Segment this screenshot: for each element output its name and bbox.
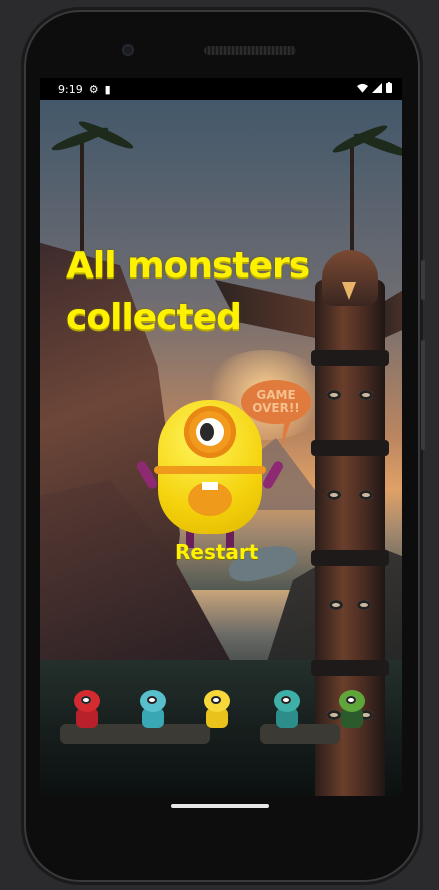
totem-band xyxy=(311,660,389,676)
totem-eye xyxy=(327,490,341,500)
game-over-title: All monsters collected xyxy=(66,245,310,338)
volume-button xyxy=(421,260,425,300)
status-bar: 9:19 ⚙ ▮ xyxy=(40,78,402,100)
totem-band xyxy=(311,440,389,456)
battery-icon xyxy=(386,82,392,93)
totem-eye xyxy=(357,600,371,610)
monster-eye xyxy=(81,696,91,704)
monster-eye xyxy=(147,696,157,704)
wifi-icon xyxy=(357,83,368,93)
monster-eye xyxy=(211,696,221,704)
signal-icon xyxy=(372,82,382,93)
screen: 9:19 ⚙ ▮ All monsters collected GAME OVE… xyxy=(40,78,402,796)
totem-eye xyxy=(359,390,373,400)
palm-tree xyxy=(350,140,354,260)
game-scene[interactable]: All monsters collected GAME OVER!! Resta… xyxy=(40,100,402,796)
power-button xyxy=(421,340,425,450)
red-horned-monster xyxy=(70,690,104,730)
totem-band xyxy=(311,550,389,566)
one-eyed-yellow-monster xyxy=(135,400,285,548)
restart-button[interactable]: Restart xyxy=(175,540,258,564)
totem-eye xyxy=(329,600,343,610)
teal-furry-monster xyxy=(136,690,170,730)
totem-eye xyxy=(359,490,373,500)
monster-pupil xyxy=(200,423,214,441)
teal-alien-monster xyxy=(270,690,304,730)
green-zombie-monster xyxy=(335,690,369,730)
monster-eye xyxy=(281,696,291,704)
yellow-horned-monster xyxy=(200,690,234,730)
status-time: 9:19 xyxy=(58,82,83,96)
totem-band xyxy=(311,350,389,366)
monster-eye xyxy=(346,696,356,704)
front-camera xyxy=(122,44,134,56)
monster-teeth xyxy=(202,482,218,490)
totem-eye xyxy=(327,390,341,400)
monster-belt xyxy=(154,466,266,474)
settings-icon: ⚙ xyxy=(88,82,99,96)
sim-card-icon: ▮ xyxy=(104,82,111,96)
gesture-bar-area xyxy=(40,796,402,836)
home-gesture-pill[interactable] xyxy=(171,804,269,808)
earpiece-speaker xyxy=(204,46,296,55)
